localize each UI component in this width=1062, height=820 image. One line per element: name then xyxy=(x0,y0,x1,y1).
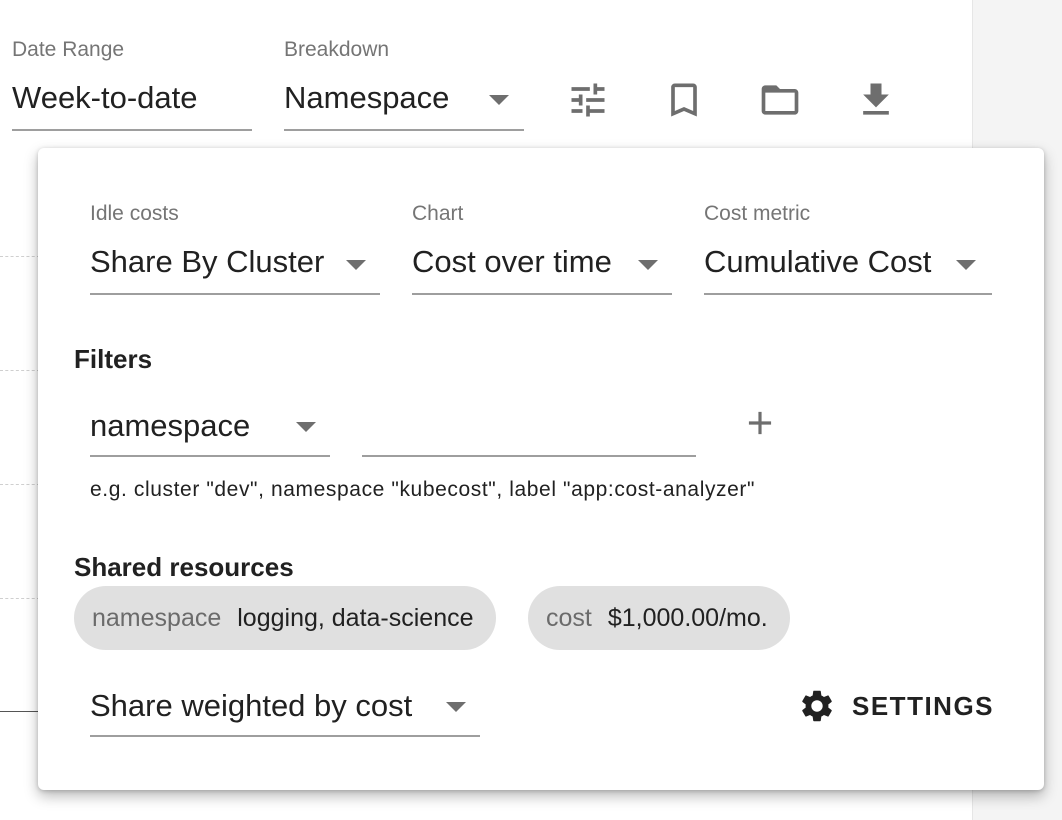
chevron-down-icon xyxy=(956,260,976,270)
share-mode-select[interactable]: Share weighted by cost xyxy=(90,684,480,740)
idle-costs-underline xyxy=(90,293,380,295)
chart-gridline xyxy=(0,598,40,599)
breakdown-value: Namespace xyxy=(284,80,450,115)
cost-metric-value: Cumulative Cost xyxy=(704,244,932,279)
shared-resources-title: Shared resources xyxy=(74,552,294,582)
cost-metric-label: Cost metric xyxy=(704,202,811,225)
page: Date Range Week-to-date Breakdown Namesp… xyxy=(0,0,1062,820)
filter-type-select[interactable]: namespace xyxy=(90,404,330,458)
chevron-down-icon xyxy=(296,422,316,432)
share-mode-underline xyxy=(90,735,480,737)
date-range-select[interactable]: Date Range Week-to-date xyxy=(12,38,252,132)
breakdown-select[interactable]: Breakdown Namespace xyxy=(284,38,524,132)
shared-namespace-chip[interactable]: namespace logging, data-science xyxy=(74,586,496,650)
plus-icon xyxy=(748,411,772,435)
chart-gridline xyxy=(0,370,40,371)
breakdown-underline xyxy=(284,129,524,131)
download-icon[interactable] xyxy=(854,78,898,122)
filter-type-underline xyxy=(90,455,330,457)
folder-icon[interactable] xyxy=(758,78,802,122)
shared-cost-chip[interactable]: cost $1,000.00/mo. xyxy=(528,586,790,650)
tune-icon[interactable] xyxy=(566,78,610,122)
filters-title: Filters xyxy=(74,344,153,374)
idle-costs-value: Share By Cluster xyxy=(90,244,325,279)
chip-value: logging, data-science xyxy=(237,603,474,632)
chart-type-select[interactable]: Chart Cost over time xyxy=(412,202,672,296)
idle-costs-label: Idle costs xyxy=(90,202,179,225)
cost-metric-underline xyxy=(704,293,992,295)
filters-helper-text: e.g. cluster "dev", namespace "kubecost"… xyxy=(90,478,756,501)
chart-type-underline xyxy=(412,293,672,295)
filter-value-input[interactable] xyxy=(362,404,696,458)
chevron-down-icon xyxy=(489,95,509,105)
filter-value-underline xyxy=(362,455,696,457)
cost-metric-select[interactable]: Cost metric Cumulative Cost xyxy=(704,202,992,296)
date-range-value: Week-to-date xyxy=(12,80,198,115)
filter-type-value: namespace xyxy=(90,408,251,443)
breakdown-label: Breakdown xyxy=(284,38,390,61)
settings-label: SETTINGS xyxy=(852,690,995,721)
chart-type-value: Cost over time xyxy=(412,244,612,279)
chip-key: namespace xyxy=(92,603,222,632)
controls-popover: Idle costs Share By Cluster Chart Cost o… xyxy=(38,148,1044,790)
chart-gridline xyxy=(0,256,40,257)
idle-costs-select[interactable]: Idle costs Share By Cluster xyxy=(90,202,380,296)
chip-value: $1,000.00/mo. xyxy=(607,603,768,632)
bookmark-icon[interactable] xyxy=(662,78,706,122)
chevron-down-icon xyxy=(446,702,466,712)
date-range-label: Date Range xyxy=(12,38,125,61)
chip-key: cost xyxy=(546,603,592,632)
chevron-down-icon xyxy=(638,260,658,270)
chart-gridline xyxy=(0,484,40,485)
gear-icon xyxy=(802,690,832,722)
chart-axis xyxy=(0,711,40,712)
add-filter-button[interactable] xyxy=(741,404,779,442)
chart-type-label: Chart xyxy=(412,202,464,225)
share-mode-value: Share weighted by cost xyxy=(90,688,413,723)
date-range-underline xyxy=(12,129,252,131)
settings-button[interactable]: SETTINGS xyxy=(798,684,994,728)
chevron-down-icon xyxy=(346,260,366,270)
